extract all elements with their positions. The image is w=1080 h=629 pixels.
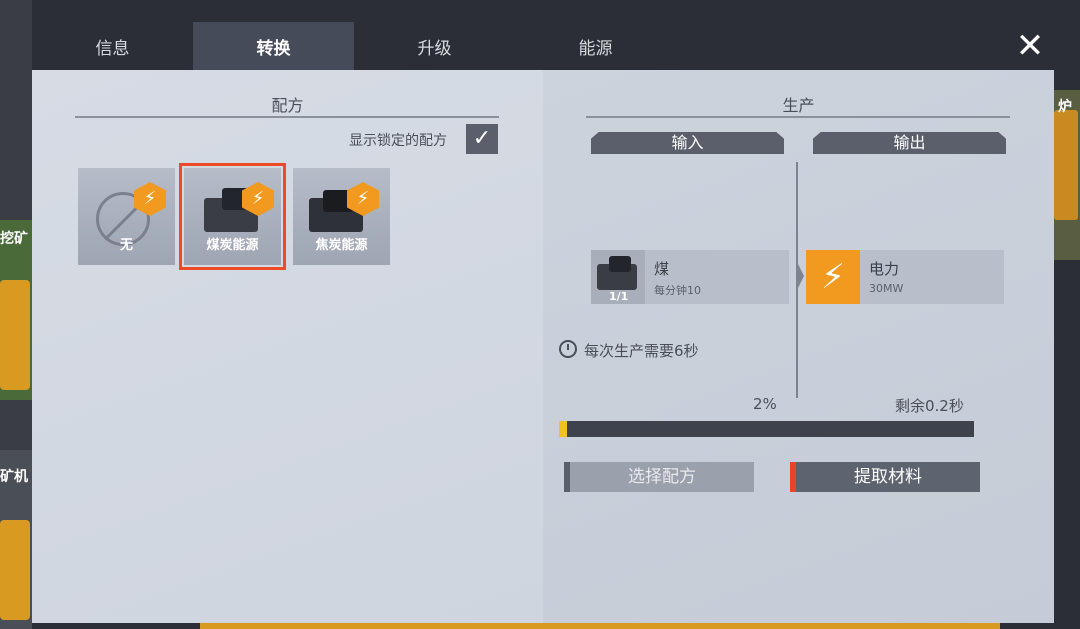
tab-info[interactable]: 信息 xyxy=(32,22,193,70)
recipe-coke-energy[interactable]: ⚡ 焦炭能源 xyxy=(293,168,390,265)
output-name: 电力 xyxy=(869,260,900,278)
select-recipe-button[interactable]: 选择配方 xyxy=(564,462,754,492)
recipe-name: 无 xyxy=(119,238,133,253)
timer-icon xyxy=(559,340,577,358)
recipe-section: 配方 显示锁定的配方 ✓ ⚡ 无 ⚡ 煤炭能源 ⚡ 焦炭能源 xyxy=(32,70,543,623)
recipe-none[interactable]: ⚡ 无 xyxy=(78,168,175,265)
remaining-time: 剩余0.2秒 xyxy=(895,397,964,415)
production-title: 生产 xyxy=(782,96,815,115)
recipe-name: 煤炭能源 xyxy=(206,238,259,253)
input-name: 煤 xyxy=(654,260,670,278)
show-locked-checkbox[interactable]: ✓ xyxy=(466,124,498,154)
background-label-furnace: 炉 xyxy=(1058,99,1072,115)
furnace-body xyxy=(1054,110,1078,220)
arrow-right-icon xyxy=(796,260,804,292)
recipe-title: 配方 xyxy=(271,96,304,115)
machine-gear xyxy=(0,280,30,390)
progress-percent: 2% xyxy=(753,395,777,413)
recipe-coal-energy[interactable]: ⚡ 煤炭能源 xyxy=(179,163,286,270)
production-title-underline xyxy=(586,116,1010,118)
production-time: 每次生产需要6秒 xyxy=(584,342,699,360)
output-header: 输出 xyxy=(813,132,1006,154)
tab-convert[interactable]: 转换 xyxy=(193,22,354,70)
background-label-miner: 矿机 xyxy=(0,469,28,485)
lightning-icon: ⚡ xyxy=(806,250,860,304)
close-icon[interactable]: ✕ xyxy=(1012,28,1048,64)
checkmark-icon: ✓ xyxy=(472,126,492,151)
background-label-mining: 挖矿 xyxy=(0,231,28,247)
progress-bar xyxy=(559,421,974,437)
input-rate: 每分钟10 xyxy=(654,284,701,297)
input-count: 1/1 xyxy=(609,290,629,303)
output-item-power[interactable]: ⚡ 电力 30MW xyxy=(806,250,1004,304)
progress-bar-fill xyxy=(559,421,567,437)
conversion-panel: 配方 显示锁定的配方 ✓ ⚡ 无 ⚡ 煤炭能源 ⚡ 焦炭能源 生产 输入 输出 … xyxy=(32,70,1054,623)
tab-energy[interactable]: 能源 xyxy=(515,22,676,70)
input-header: 输入 xyxy=(591,132,784,154)
recipe-name: 焦炭能源 xyxy=(315,238,368,253)
machine-gear xyxy=(0,520,30,620)
output-rate: 30MW xyxy=(869,282,904,295)
input-item-coal[interactable]: 1/1 煤 每分钟10 xyxy=(591,250,789,304)
show-locked-label: 显示锁定的配方 xyxy=(349,133,447,149)
extract-materials-button[interactable]: 提取材料 xyxy=(790,462,980,492)
tab-bar: 信息 转换 升级 能源 xyxy=(32,22,676,70)
recipe-title-underline xyxy=(75,116,499,118)
coal-shape-top xyxy=(609,256,631,272)
tab-upgrade[interactable]: 升级 xyxy=(354,22,515,70)
